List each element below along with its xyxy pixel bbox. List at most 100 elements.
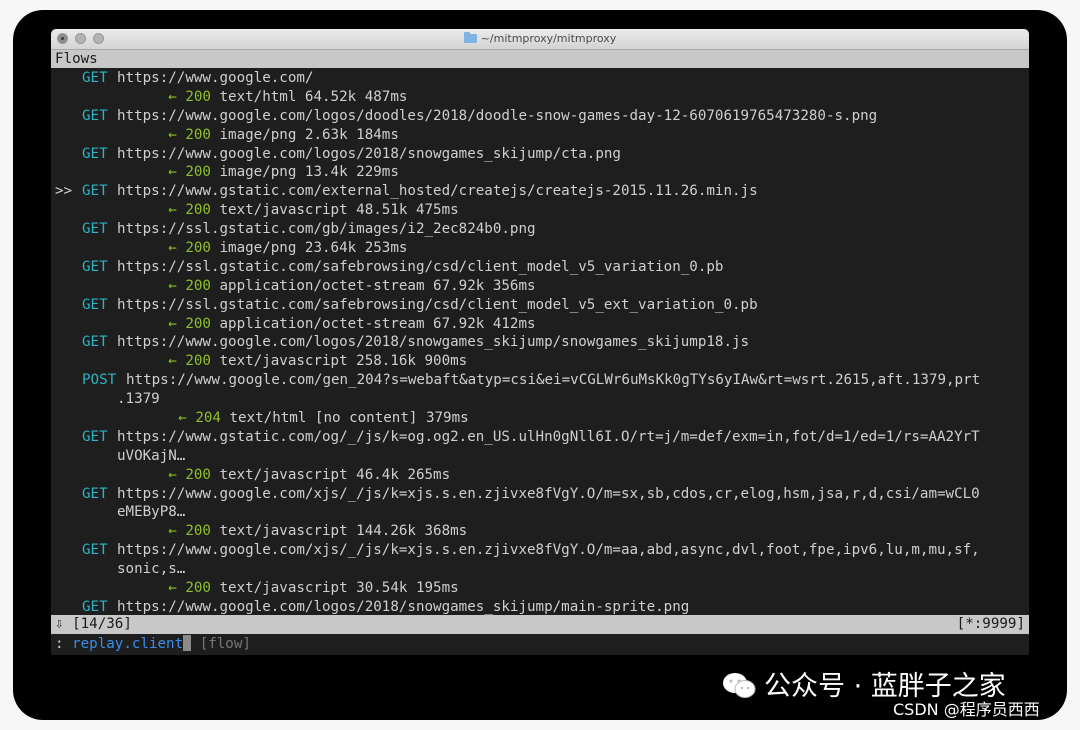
window-title: ~/mitmproxy/mitmproxy: [51, 29, 1029, 49]
request-url: https://www.google.com/gen_204?s=webaft&…: [126, 372, 981, 389]
response-arrow-icon: ←: [168, 523, 177, 540]
flow-response-row[interactable]: ← 200 image/png 2.63k 184ms: [51, 126, 1029, 145]
response-info: application/octet-stream 67.92k 412ms: [219, 315, 536, 332]
response-info: image/png 2.63k 184ms: [219, 126, 399, 143]
flow-response-row[interactable]: ← 200 application/octet-stream 67.92k 35…: [51, 277, 1029, 296]
response-arrow-icon: ←: [168, 202, 177, 219]
request-url-continuation: .1379: [117, 391, 160, 408]
command-input[interactable]: replay.client: [72, 636, 183, 652]
command-bar[interactable]: : replay.client [flow]: [51, 635, 1029, 654]
flows-header: Flows: [51, 50, 1029, 68]
flow-request-row[interactable]: GET https://ssl.gstatic.com/safebrowsing/…: [51, 296, 1029, 315]
flow-request-row[interactable]: GET https://www.google.com/xjs/_/js/k=xjs…: [51, 485, 1029, 504]
request-method: GET: [82, 428, 108, 445]
folder-icon: [463, 32, 477, 43]
flow-url-continuation: sonic,s…: [51, 560, 1029, 579]
flow-request-row[interactable]: GET https://ssl.gstatic.com/safebrowsing/…: [51, 258, 1029, 277]
status-bar: ⇩ [14/36] [*:9999]: [51, 615, 1029, 634]
flow-request-row[interactable]: GET https://www.google.com/logos/2018/sno…: [51, 333, 1029, 352]
response-info: text/html [no content] 379ms: [229, 410, 469, 427]
request-method: GET: [82, 107, 108, 124]
csdn-credit: CSDN @程序员西西: [893, 700, 1040, 719]
flow-request-row[interactable]: GET https://www.google.com/xjs/_/js/k=xjs…: [51, 541, 1029, 560]
response-arrow-icon: ←: [168, 277, 177, 294]
status-code: 200: [185, 126, 211, 143]
response-summary: ← 200 text/javascript 144.26k 368ms: [117, 522, 467, 541]
flow-request-row[interactable]: >> GET https://www.gstatic.com/external_ho…: [51, 182, 1029, 201]
status-code: 200: [185, 88, 211, 105]
response-arrow-icon: ←: [178, 410, 187, 427]
response-summary: ← 200 text/javascript 48.51k 475ms: [117, 201, 458, 220]
request-method: GET: [82, 485, 108, 502]
flow-response-row[interactable]: ← 200 text/javascript 258.16k 900ms: [51, 352, 1029, 371]
response-info: image/png 23.64k 253ms: [219, 240, 408, 257]
wechat-watermark: 公众号 · 蓝胖子之家: [722, 670, 1006, 704]
response-info: text/javascript 46.4k 265ms: [219, 466, 451, 483]
flow-url-continuation: .1379: [51, 390, 1029, 409]
window-title-text: ~/mitmproxy/mitmproxy: [480, 32, 617, 45]
status-code: 200: [185, 240, 211, 257]
request-url: https://www.gstatic.com/og/_/js/k=og.og2…: [117, 428, 980, 445]
request-url: https://ssl.gstatic.com/gb/images/i2_2ec…: [117, 221, 536, 238]
response-info: text/javascript 258.16k 900ms: [219, 353, 468, 370]
response-summary: ← 200 text/javascript 46.4k 265ms: [117, 466, 450, 485]
response-summary: ← 200 application/octet-stream 67.92k 35…: [117, 277, 536, 296]
flow-request-row[interactable]: GET https://www.google.com/: [51, 69, 1029, 88]
flow-response-row[interactable]: ← 200 image/png 13.4k 229ms: [51, 163, 1029, 182]
response-info: image/png 13.4k 229ms: [219, 164, 399, 181]
watermark-brand: 公众号 · 蓝胖子之家: [764, 671, 1006, 702]
status-code: 200: [185, 523, 211, 540]
flow-response-row[interactable]: ← 200 text/javascript 144.26k 368ms: [51, 522, 1029, 541]
flow-response-row[interactable]: ← 200 text/javascript 30.54k 195ms: [51, 579, 1029, 598]
response-info: application/octet-stream 67.92k 356ms: [219, 277, 536, 294]
response-arrow-icon: ←: [168, 580, 177, 597]
flow-request-row[interactable]: GET https://www.google.com/logos/2018/sno…: [51, 598, 1029, 617]
command-hint: [flow]: [199, 636, 251, 652]
request-url: https://www.google.com/xjs/_/js/k=xjs.s.…: [117, 485, 980, 502]
flow-response-row[interactable]: ← 204 text/html [no content] 379ms: [51, 409, 1029, 428]
request-method: GET: [82, 296, 108, 313]
flow-response-row[interactable]: ← 200 image/png 23.64k 253ms: [51, 239, 1029, 258]
response-summary: ← 200 image/png 23.64k 253ms: [117, 239, 407, 258]
status-code: 200: [185, 466, 211, 483]
response-summary: ← 200 image/png 2.63k 184ms: [117, 126, 399, 145]
flow-response-row[interactable]: ← 200 application/octet-stream 67.92k 41…: [51, 315, 1029, 334]
flow-request-row[interactable]: GET https://www.google.com/logos/doodles/…: [51, 107, 1029, 126]
request-method: GET: [82, 183, 108, 200]
response-summary: ← 204 text/html [no content] 379ms: [127, 409, 469, 428]
status-code: 200: [185, 277, 211, 294]
flow-request-row[interactable]: GET https://ssl.gstatic.com/gb/images/i2_…: [51, 220, 1029, 239]
request-url-continuation: sonic,s…: [117, 561, 186, 578]
request-url-continuation: eMEByP8…: [117, 504, 186, 521]
flow-list[interactable]: GET https://www.google.com/ ← 200 text/ht…: [51, 69, 1029, 617]
request-url: https://ssl.gstatic.com/safebrowsing/csd…: [117, 258, 724, 275]
flow-request-row[interactable]: GET https://www.google.com/logos/2018/sno…: [51, 145, 1029, 164]
request-url: https://www.gstatic.com/external_hosted/…: [117, 183, 758, 200]
response-arrow-icon: ←: [168, 88, 177, 105]
request-url-continuation: uVOKajN…: [117, 447, 186, 464]
response-arrow-icon: ←: [168, 126, 177, 143]
command-prompt: :: [55, 636, 64, 652]
flow-response-row[interactable]: ← 200 text/javascript 48.51k 475ms: [51, 201, 1029, 220]
focus-pointer: >>: [55, 183, 73, 200]
response-summary: ← 200 text/javascript 30.54k 195ms: [117, 579, 459, 598]
flow-request-row[interactable]: GET https://www.gstatic.com/og/_/js/k=og.…: [51, 428, 1029, 447]
request-method: GET: [82, 598, 108, 615]
status-code: 204: [195, 410, 221, 427]
text-cursor: [183, 635, 192, 651]
status-code: 200: [185, 315, 211, 332]
flow-url-continuation: uVOKajN…: [51, 447, 1029, 466]
response-info: text/javascript 30.54k 195ms: [219, 580, 459, 597]
request-url: https://www.google.com/: [117, 70, 314, 86]
flow-response-row[interactable]: ← 200 text/html 64.52k 487ms: [51, 88, 1029, 107]
status-code: 200: [185, 580, 211, 597]
scroll-down-icon: ⇩: [55, 616, 64, 632]
request-method: POST: [82, 372, 117, 389]
request-method: GET: [82, 70, 108, 86]
request-url: https://www.google.com/logos/2018/snowga…: [117, 145, 621, 162]
response-arrow-icon: ←: [168, 164, 177, 181]
response-arrow-icon: ←: [168, 240, 177, 257]
request-method: GET: [82, 258, 108, 275]
flow-response-row[interactable]: ← 200 text/javascript 46.4k 265ms: [51, 466, 1029, 485]
flow-request-row[interactable]: POST https://www.google.com/gen_204?s=web…: [51, 371, 1029, 390]
